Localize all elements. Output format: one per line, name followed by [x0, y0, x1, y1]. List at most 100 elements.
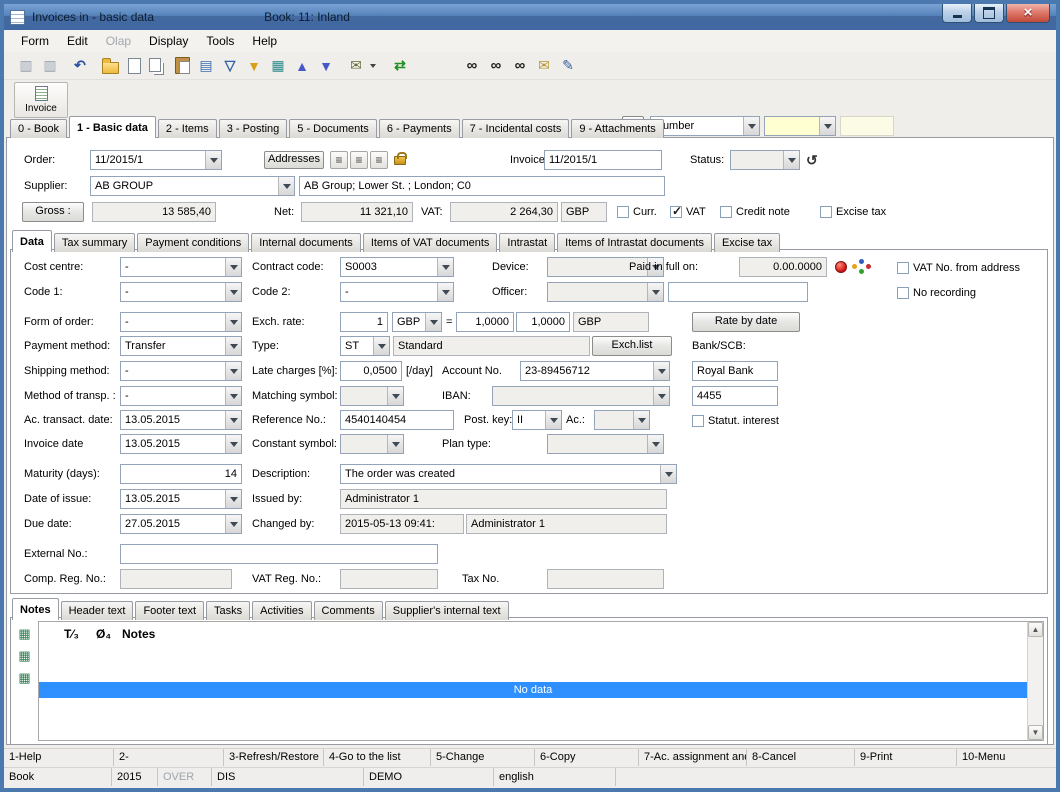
tab-header-text[interactable]: Header text — [61, 601, 134, 620]
fkey-refresh[interactable]: 3-Refresh/Restore — [224, 749, 324, 766]
ac-dropdown-arrow[interactable] — [633, 411, 649, 429]
filter-icon[interactable] — [220, 56, 240, 76]
save-all-icon[interactable] — [40, 56, 60, 76]
tab-items-vat-documents[interactable]: Items of VAT documents — [363, 233, 498, 252]
type-dropdown-arrow[interactable] — [373, 337, 389, 355]
maturity-field[interactable]: 14 — [120, 464, 242, 484]
new-document-icon[interactable] — [124, 56, 144, 76]
tab-payment-conditions[interactable]: Payment conditions — [137, 233, 249, 252]
scb-field[interactable]: 4455 — [692, 386, 778, 406]
fkey-print[interactable]: 9-Print — [855, 749, 957, 766]
rate2-field[interactable]: 1,0000 — [516, 312, 570, 332]
sync-icon[interactable] — [390, 56, 410, 76]
exch-rate-field[interactable]: 1 — [340, 312, 388, 332]
filter-apply-icon[interactable] — [244, 56, 264, 76]
envelope-icon[interactable] — [534, 56, 554, 76]
rate-by-date-button[interactable]: Rate by date — [692, 312, 800, 332]
fkey-copy[interactable]: 6-Copy — [535, 749, 639, 766]
method-of-transp-combo[interactable]: - — [120, 386, 242, 406]
tab-items[interactable]: 2 - Items — [158, 119, 217, 138]
iban-dropdown-arrow[interactable] — [653, 387, 669, 405]
tab-documents[interactable]: 5 - Documents — [289, 119, 377, 138]
order-combo[interactable]: 11/2015/1 — [90, 150, 222, 170]
credit-note-checkbox[interactable]: Credit note — [720, 205, 790, 219]
ac-transact-date-dropdown-arrow[interactable] — [225, 411, 241, 429]
fkey-help[interactable]: 1-Help — [4, 749, 114, 766]
mail-send-icon[interactable] — [346, 56, 366, 76]
save-icon[interactable] — [16, 56, 36, 76]
notes-export-table-icon[interactable] — [16, 669, 33, 686]
tab-notes[interactable]: Notes — [12, 598, 59, 620]
scroll-up-icon[interactable]: ▲ — [1028, 622, 1043, 637]
quick-search-combo[interactable] — [764, 116, 836, 136]
exch-list-button[interactable]: Exch.list — [592, 336, 672, 356]
tab-data[interactable]: Data — [12, 230, 52, 252]
code2-dropdown-arrow[interactable] — [437, 283, 453, 301]
plan-type-dropdown-arrow[interactable] — [647, 435, 663, 453]
curr-checkbox[interactable]: Curr. — [617, 205, 657, 219]
invoice-date-dropdown-arrow[interactable] — [225, 435, 241, 453]
tab-intrastat[interactable]: Intrastat — [499, 233, 555, 252]
account-no-dropdown-arrow[interactable] — [653, 362, 669, 380]
reference-no-field[interactable]: 4540140454 — [340, 410, 454, 430]
officer-dropdown-arrow[interactable] — [647, 283, 663, 301]
contract-code-dropdown-arrow[interactable] — [437, 258, 453, 276]
payment-method-combo[interactable]: Transfer — [120, 336, 242, 356]
invoice-number-field[interactable]: 11/2015/1 — [544, 150, 662, 170]
form-of-order-dropdown-arrow[interactable] — [225, 313, 241, 331]
notes-scrollbar[interactable]: ▲ ▼ — [1027, 622, 1043, 740]
code2-combo[interactable]: - — [340, 282, 454, 302]
undo-icon[interactable] — [70, 56, 90, 76]
exch-currency-dropdown-arrow[interactable] — [425, 313, 441, 331]
fkey-change[interactable]: 5-Change — [431, 749, 535, 766]
no-recording-checkbox[interactable]: No recording — [897, 286, 976, 300]
find-next-icon[interactable] — [486, 56, 506, 76]
quick-search-extra-field[interactable] — [840, 116, 894, 136]
maximize-button[interactable] — [974, 4, 1004, 23]
tab-book[interactable]: 0 - Book — [10, 119, 67, 138]
fkey-ac-assignment[interactable]: 7-Ac. assignment and — [639, 749, 747, 766]
fkey-menu[interactable]: 10-Menu — [957, 749, 1052, 766]
post-key-dropdown-arrow[interactable] — [545, 411, 561, 429]
minimize-button[interactable] — [942, 4, 972, 23]
compose-icon[interactable] — [558, 56, 578, 76]
excise-tax-checkbox[interactable]: Excise tax — [820, 205, 886, 219]
tab-tax-summary[interactable]: Tax summary — [54, 233, 135, 252]
order-dropdown-arrow[interactable] — [205, 151, 221, 169]
tab-payments[interactable]: 6 - Payments — [379, 119, 460, 138]
tab-suppliers-internal-text[interactable]: Supplier's internal text — [385, 601, 509, 620]
matching-symbol-combo[interactable] — [340, 386, 404, 406]
plan-type-combo[interactable] — [547, 434, 664, 454]
vat-checkbox[interactable]: VAT — [670, 205, 706, 219]
supplier-dropdown-arrow[interactable] — [278, 177, 294, 195]
tab-tasks[interactable]: Tasks — [206, 601, 250, 620]
tab-activities[interactable]: Activities — [252, 601, 311, 620]
rate1-field[interactable]: 1,0000 — [456, 312, 514, 332]
payment-method-dropdown-arrow[interactable] — [225, 337, 241, 355]
supplier-combo[interactable]: AB GROUP — [90, 176, 295, 196]
ac-combo[interactable] — [594, 410, 650, 430]
app-icon[interactable] — [10, 10, 25, 25]
no-data-row[interactable]: No data — [39, 682, 1027, 698]
invoice-button[interactable]: Invoice — [14, 82, 68, 118]
due-date-combo[interactable]: 27.05.2015 — [120, 514, 242, 534]
close-button[interactable] — [1006, 4, 1050, 23]
menu-tools[interactable]: Tools — [197, 30, 243, 52]
tab-internal-documents[interactable]: Internal documents — [251, 233, 361, 252]
menu-help[interactable]: Help — [243, 30, 286, 52]
search-mode-combo[interactable]: Number — [650, 116, 760, 136]
address-view-button-1[interactable] — [330, 151, 348, 169]
type-combo[interactable]: ST — [340, 336, 390, 356]
addresses-button[interactable]: Addresses — [264, 151, 324, 169]
external-no-field[interactable] — [120, 544, 438, 564]
bank-name-field[interactable]: Royal Bank — [692, 361, 778, 381]
description-dropdown-arrow[interactable] — [660, 465, 676, 483]
date-of-issue-dropdown-arrow[interactable] — [225, 490, 241, 508]
fkey-cancel[interactable]: 8-Cancel — [747, 749, 855, 766]
notes-copy-table-icon[interactable] — [16, 647, 33, 664]
find-icon[interactable] — [462, 56, 482, 76]
code1-combo[interactable]: - — [120, 282, 242, 302]
menu-edit[interactable]: Edit — [58, 30, 97, 52]
copy-icon[interactable] — [148, 56, 168, 76]
constant-symbol-combo[interactable] — [340, 434, 404, 454]
